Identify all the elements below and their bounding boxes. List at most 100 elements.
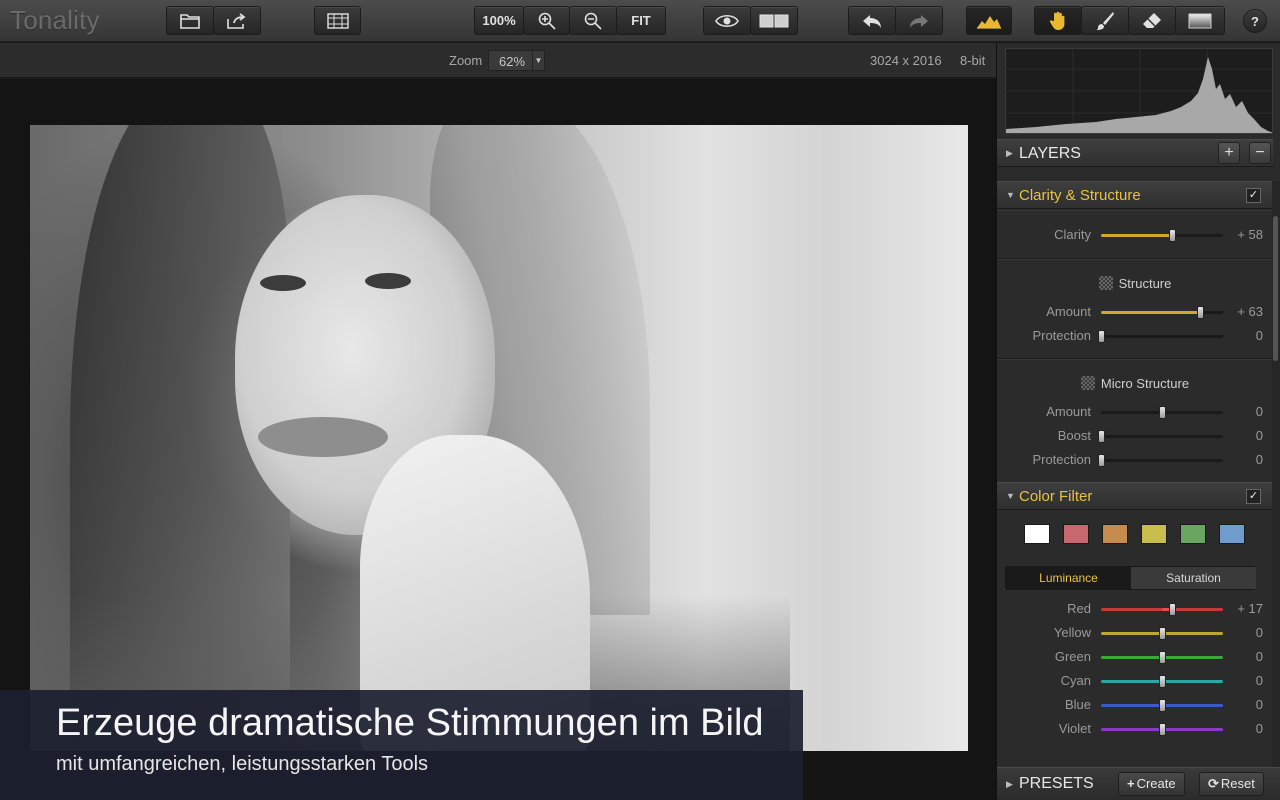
share-icon [227,12,246,29]
slider-handle[interactable] [1197,306,1205,319]
slider-value: + 63 [1237,304,1263,319]
slider-label: Clarity [1054,227,1091,242]
slider-track[interactable] [1101,229,1223,242]
clarity-slider[interactable]: Clarity + 58 [997,226,1273,244]
swatch-green[interactable] [1180,524,1206,544]
slider-track[interactable] [1098,430,1223,443]
slider-handle[interactable] [1159,627,1166,640]
expand-arrow-icon: ▶ [1006,779,1013,789]
zoom-in-button[interactable] [523,6,570,35]
slider-handle[interactable] [1159,675,1166,688]
slider-handle[interactable] [1098,454,1105,467]
cyan-slider[interactable]: Cyan 0 [997,672,1273,690]
grid-button[interactable] [314,6,361,35]
slider-handle[interactable] [1098,330,1105,343]
blue-slider[interactable]: Blue 0 [997,696,1273,714]
slider-value: 0 [1255,625,1263,640]
zoom-100-button[interactable]: 100% [474,6,524,35]
slider-track[interactable] [1101,306,1223,319]
scrollbar-thumb[interactable] [1273,216,1278,361]
slider-handle[interactable] [1159,651,1166,664]
micro-amount-slider[interactable]: Amount 0 [997,403,1273,421]
create-preset-button[interactable]: + Create [1118,772,1185,796]
clarity-structure-checkbox[interactable]: ✓ [1246,188,1261,203]
slider-track[interactable] [1101,651,1223,664]
violet-slider[interactable]: Violet 0 [997,720,1273,738]
panel-scrollbar[interactable] [1272,181,1280,771]
help-button[interactable]: ? [1243,9,1267,33]
micro-structure-subhead: Micro Structure [997,376,1273,391]
green-slider[interactable]: Green 0 [997,648,1273,666]
bit-depth: 8-bit [960,53,986,68]
compare-button[interactable] [750,6,798,35]
tab-saturation[interactable]: Saturation [1131,567,1256,589]
undo-button[interactable] [848,6,896,35]
slider-handle[interactable] [1159,406,1166,419]
swatch-blue[interactable] [1219,524,1245,544]
slider-value: 0 [1255,649,1263,664]
slider-label: Cyan [1060,673,1091,688]
slider-track[interactable] [1101,627,1223,640]
histogram-button[interactable] [966,6,1012,35]
slider-label: Protection [1032,328,1091,343]
promo-caption: Erzeuge dramatische Stimmungen im Bild m… [0,690,803,800]
slider-track[interactable] [1098,330,1223,343]
gradient-tool-button[interactable] [1175,6,1225,35]
hand-tool-button[interactable] [1034,6,1082,35]
presets-bar: ▶ PRESETS + Create ⟳ Reset [997,767,1280,800]
micro-boost-slider[interactable]: Boost 0 [997,427,1273,445]
remove-layer-button[interactable]: − [1249,142,1271,164]
color-filter-checkbox[interactable]: ✓ [1246,489,1261,504]
color-filter-header[interactable]: ▼ Color Filter ✓ [997,482,1273,510]
slider-label: Amount [1046,404,1091,419]
yellow-slider[interactable]: Yellow 0 [997,624,1273,642]
layers-title: LAYERS [1019,145,1081,162]
structure-protection-slider[interactable]: Protection 0 [997,327,1273,345]
image-dimensions: 3024 x 2016 [870,53,942,68]
collapse-arrow-icon: ▼ [1006,190,1015,200]
layers-header[interactable]: ▶ LAYERS + − [997,139,1273,167]
swatch-orange[interactable] [1102,524,1128,544]
zoom-out-icon [584,12,602,30]
slider-handle[interactable] [1159,699,1166,712]
slider-track[interactable] [1101,675,1223,688]
fit-button[interactable]: FIT [616,6,666,35]
top-toolbar: Tonality 100% FIT ? [0,0,1280,42]
slider-track[interactable] [1101,699,1223,712]
zoom-bar: Zoom 62% ▼ 3024 x 2016 8-bit [0,43,996,78]
histogram-icon [977,15,1001,29]
slider-handle[interactable] [1098,430,1105,443]
swatch-red[interactable] [1063,524,1089,544]
slider-track[interactable] [1098,454,1223,467]
zoom-select[interactable]: 62% ▼ [488,50,545,71]
redo-button[interactable] [895,6,943,35]
reset-preset-button[interactable]: ⟳ Reset [1199,772,1264,796]
structure-amount-slider[interactable]: Amount + 63 [997,303,1273,321]
slider-value: 0 [1255,721,1263,736]
redo-icon [910,14,928,28]
add-layer-button[interactable]: + [1218,142,1240,164]
micro-protection-slider[interactable]: Protection 0 [997,451,1273,469]
grid-icon [326,12,349,29]
slider-track[interactable] [1101,603,1223,616]
adjustments-scroll[interactable]: ▼ Clarity & Structure ✓ Clarity + 58 Str… [997,181,1273,771]
slider-handle[interactable] [1159,723,1166,736]
swatch-white[interactable] [1024,524,1050,544]
slider-handle[interactable] [1169,603,1177,616]
structure-group: Structure Amount + 63 Protection 0 [997,259,1273,359]
slider-track[interactable] [1101,406,1223,419]
tab-luminance[interactable]: Luminance [1006,567,1131,589]
eraser-tool-button[interactable] [1128,6,1176,35]
zoom-out-button[interactable] [569,6,617,35]
red-slider[interactable]: Red + 17 [997,600,1273,618]
slider-handle[interactable] [1168,229,1176,242]
clarity-structure-header[interactable]: ▼ Clarity & Structure ✓ [997,181,1273,209]
open-button[interactable] [166,6,214,35]
app-title: Tonality [10,5,100,35]
photo-preview[interactable] [30,125,968,751]
preview-button[interactable] [703,6,751,35]
brush-tool-button[interactable] [1081,6,1129,35]
swatch-yellow[interactable] [1141,524,1167,544]
share-button[interactable] [213,6,261,35]
slider-track[interactable] [1101,723,1223,736]
